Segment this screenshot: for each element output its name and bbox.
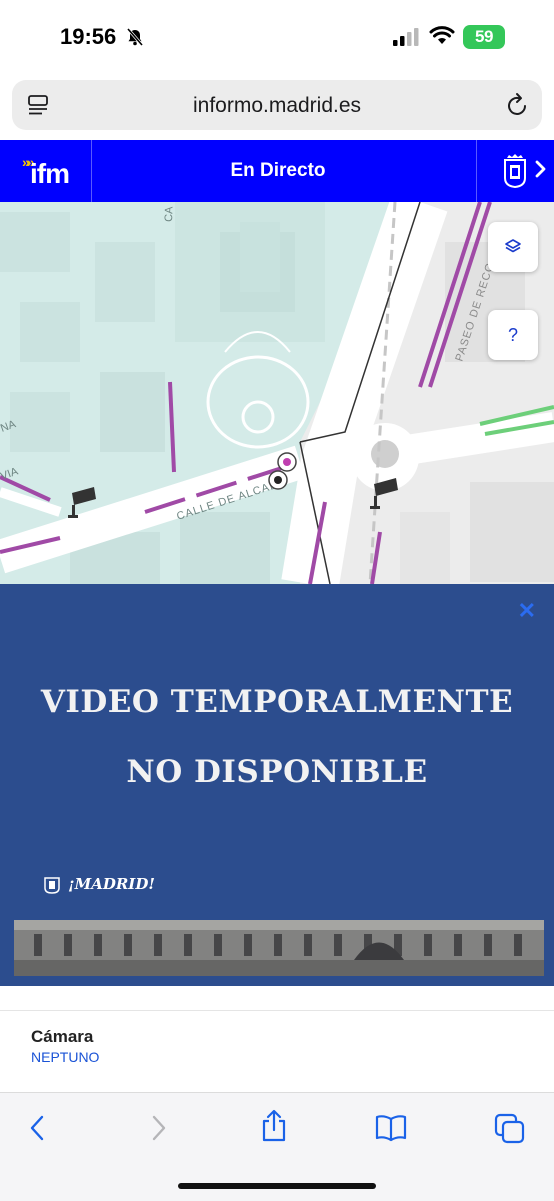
wifi-icon <box>429 26 455 51</box>
section-title: En Directo <box>230 160 326 181</box>
traffic-light-marker-icon[interactable] <box>268 470 288 490</box>
battery-indicator: 59 <box>463 25 505 49</box>
video-message-line2: NO DISPONIBLE <box>126 754 428 790</box>
camera-name: NEPTUNO <box>31 1049 100 1065</box>
map-help-button[interactable]: ? <box>488 310 538 360</box>
url-text[interactable]: informo.madrid.es <box>12 94 542 118</box>
camera-label: Cámara <box>31 1027 94 1046</box>
building-facade-image <box>14 920 544 976</box>
traffic-light-marker-icon[interactable] <box>277 452 297 472</box>
close-icon[interactable]: ✕ <box>518 598 536 624</box>
street-label-ca: CA <box>163 206 176 222</box>
madrid-crest-icon <box>44 877 60 894</box>
share-icon[interactable] <box>260 1109 288 1148</box>
camera-video-panel: ✕ VIDEO TEMPORALMENTE NO DISPONIBLE ¡MAD… <box>0 584 554 986</box>
map-canvas: CALLE DE ALCALÁ PASEO DE RECO NA VIA CA <box>0 202 554 584</box>
back-icon[interactable] <box>26 1113 50 1148</box>
logo-text: ifm <box>30 158 70 189</box>
ifm-logo[interactable]: »» ifm <box>0 140 92 202</box>
section-selector[interactable]: En Directo <box>92 140 546 202</box>
mute-bell-icon <box>125 27 145 52</box>
reload-icon[interactable] <box>506 92 530 123</box>
browser-address-bar[interactable]: informo.madrid.es <box>12 80 542 130</box>
forward-icon[interactable] <box>146 1113 170 1148</box>
cellular-signal-icon <box>393 28 419 51</box>
tabs-icon[interactable] <box>494 1113 526 1150</box>
status-bar: 19:56 59 <box>0 0 554 76</box>
camera-info: Cámara NEPTUNO <box>0 1010 554 1093</box>
madrid-brand-text: ¡MADRID! <box>68 875 155 893</box>
madrid-crest-logo[interactable] <box>476 140 554 202</box>
status-time: 19:56 <box>60 24 117 49</box>
home-indicator <box>178 1183 376 1189</box>
traffic-map[interactable]: CALLE DE ALCALÁ PASEO DE RECO NA VIA CA <box>0 202 554 584</box>
bookmarks-icon[interactable] <box>374 1113 408 1148</box>
app-header: »» ifm En Directo <box>0 140 554 202</box>
madrid-brand-logo: ¡MADRID! <box>44 874 155 894</box>
layers-icon <box>505 239 521 253</box>
video-message-line1: VIDEO TEMPORALMENTE <box>40 684 514 720</box>
map-layers-button[interactable] <box>488 222 538 272</box>
